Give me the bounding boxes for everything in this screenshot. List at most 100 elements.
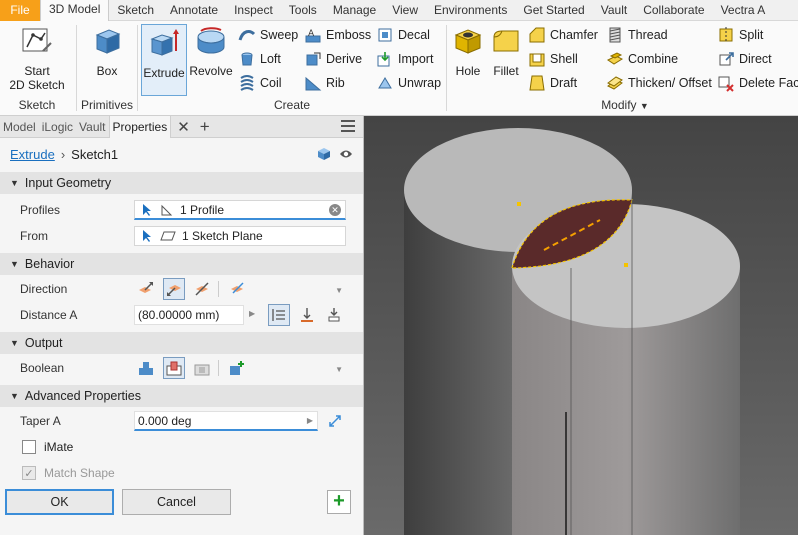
- match-shape-label: Match Shape: [44, 466, 115, 480]
- menu-tab-inspect[interactable]: Inspect: [226, 0, 281, 21]
- menu-tab-get-started[interactable]: Get Started: [515, 0, 592, 21]
- boolean-intersect-button[interactable]: [191, 357, 213, 379]
- chamfer-button[interactable]: Chamfer: [528, 25, 598, 45]
- distance-input[interactable]: (80.00000 mm): [134, 305, 244, 325]
- delete-face-button[interactable]: Delete Face: [717, 73, 798, 93]
- breadcrumb-sketch: Sketch1: [71, 146, 119, 162]
- match-shape-checkbox[interactable]: ✓: [22, 466, 36, 480]
- hamburger-menu-icon[interactable]: [341, 120, 355, 132]
- menu-tab-sketch[interactable]: Sketch: [109, 0, 162, 21]
- menu-tab-vault[interactable]: Vault: [593, 0, 635, 21]
- menu-tab-file[interactable]: File: [0, 0, 40, 21]
- cancel-button[interactable]: Cancel: [122, 489, 231, 515]
- section-behavior[interactable]: ▼ Behavior: [0, 253, 363, 275]
- import-button[interactable]: Import: [376, 49, 433, 69]
- svg-text:A: A: [308, 29, 315, 39]
- direct-button[interactable]: Direct: [717, 49, 772, 69]
- from-selector[interactable]: 1 Sketch Plane: [134, 226, 346, 246]
- through-all-button[interactable]: [323, 304, 345, 326]
- apply-add-button[interactable]: +: [327, 490, 351, 514]
- imate-row: iMate: [0, 434, 363, 460]
- distance-mode-button[interactable]: [268, 304, 290, 326]
- add-tab-icon[interactable]: +: [196, 117, 214, 137]
- coil-icon: [240, 75, 254, 91]
- profiles-selector[interactable]: 1 Profile ✕: [134, 200, 346, 220]
- thread-button[interactable]: Thread: [606, 25, 668, 45]
- emboss-button[interactable]: A Emboss: [304, 25, 371, 45]
- sweep-icon: [238, 30, 256, 41]
- revolve-icon: [197, 27, 225, 54]
- shell-button[interactable]: Shell: [528, 49, 578, 69]
- section-output[interactable]: ▼ Output: [0, 332, 363, 354]
- dropdown-caret-icon[interactable]: ▼: [335, 365, 343, 374]
- box-button[interactable]: Box: [86, 25, 128, 78]
- revolve-label: Revolve: [189, 64, 233, 78]
- revolve-button[interactable]: Revolve: [189, 25, 233, 78]
- tab-model[interactable]: Model: [0, 116, 39, 138]
- boolean-cut-button[interactable]: [163, 357, 185, 379]
- thicken-offset-button[interactable]: Thicken/ Offset: [606, 73, 712, 93]
- direction-asymmetric-button[interactable]: [226, 278, 248, 300]
- section-input-geometry[interactable]: ▼ Input Geometry: [0, 172, 363, 194]
- rib-label: Rib: [326, 76, 345, 90]
- combine-button[interactable]: Combine: [606, 49, 678, 69]
- section-title: Output: [24, 336, 63, 350]
- decal-icon: [378, 28, 392, 42]
- breadcrumb-extrude-link[interactable]: Extrude: [10, 147, 55, 162]
- boolean-new-solid-button[interactable]: [226, 357, 248, 379]
- direction-flipped-button[interactable]: [163, 278, 185, 300]
- flip-taper-icon[interactable]: [328, 414, 342, 428]
- eye-icon[interactable]: [339, 148, 353, 160]
- direction-default-icon: [139, 282, 153, 293]
- extrude-button[interactable]: Extrude: [141, 24, 187, 96]
- graphics-viewport[interactable]: [364, 116, 798, 535]
- direction-flipped-icon: [167, 285, 181, 296]
- taper-flyout-icon[interactable]: ▶: [307, 416, 313, 425]
- menu-tab-view[interactable]: View: [384, 0, 426, 21]
- direction-default-button[interactable]: [135, 278, 157, 300]
- through-all-icon: [328, 308, 340, 322]
- section-advanced-properties[interactable]: ▼ Advanced Properties: [0, 385, 363, 407]
- ok-button[interactable]: OK: [5, 489, 114, 515]
- coil-button[interactable]: Coil: [238, 73, 282, 93]
- menu-tab-annotate[interactable]: Annotate: [162, 0, 226, 21]
- modify-label: Modify: [601, 98, 637, 112]
- clear-selection-icon[interactable]: ✕: [329, 204, 341, 216]
- unwrap-button[interactable]: Unwrap: [376, 73, 441, 93]
- loft-button[interactable]: Loft: [238, 49, 281, 69]
- fillet-button[interactable]: Fillet: [488, 25, 524, 78]
- menu-tab-environments[interactable]: Environments: [426, 0, 515, 21]
- dropdown-caret-icon[interactable]: ▼: [335, 286, 343, 295]
- hole-button[interactable]: Hole: [450, 25, 486, 78]
- tab-ilogic[interactable]: iLogic: [39, 116, 76, 138]
- tab-properties[interactable]: Properties: [108, 115, 172, 138]
- start-2d-sketch-button[interactable]: Start 2D Sketch: [8, 25, 66, 92]
- direct-label: Direct: [739, 52, 772, 66]
- sweep-button[interactable]: Sweep: [238, 25, 298, 45]
- taper-input[interactable]: 0.000 deg ▶: [134, 411, 318, 431]
- split-button[interactable]: Split: [717, 25, 763, 45]
- imate-checkbox[interactable]: [22, 440, 36, 454]
- derive-button[interactable]: Derive: [304, 49, 362, 69]
- menu-tab-vectra[interactable]: Vectra A: [713, 0, 774, 21]
- cylinders-model[interactable]: [364, 116, 798, 535]
- from-row: From 1 Sketch Plane: [0, 223, 363, 249]
- menu-tab-3d-model[interactable]: 3D Model: [40, 0, 110, 21]
- cube-icon[interactable]: [317, 147, 331, 161]
- section-title: Input Geometry: [24, 176, 112, 190]
- menu-tab-manage[interactable]: Manage: [325, 0, 384, 21]
- group-label-modify[interactable]: Modify ▼: [560, 98, 690, 112]
- menu-tab-collaborate[interactable]: Collaborate: [635, 0, 712, 21]
- menu-tab-tools[interactable]: Tools: [281, 0, 325, 21]
- tab-vault[interactable]: Vault: [76, 116, 108, 138]
- direction-symmetric-button[interactable]: [191, 278, 213, 300]
- distance-flyout-icon[interactable]: ▶: [249, 309, 255, 318]
- decal-button[interactable]: Decal: [376, 25, 430, 45]
- draft-button[interactable]: Draft: [528, 73, 577, 93]
- close-tab-icon[interactable]: ✕: [171, 118, 196, 136]
- rib-button[interactable]: Rib: [304, 73, 345, 93]
- boolean-join-button[interactable]: [135, 357, 157, 379]
- unwrap-label: Unwrap: [398, 76, 442, 90]
- distance-label: Distance A: [20, 308, 78, 322]
- to-next-button[interactable]: [296, 304, 318, 326]
